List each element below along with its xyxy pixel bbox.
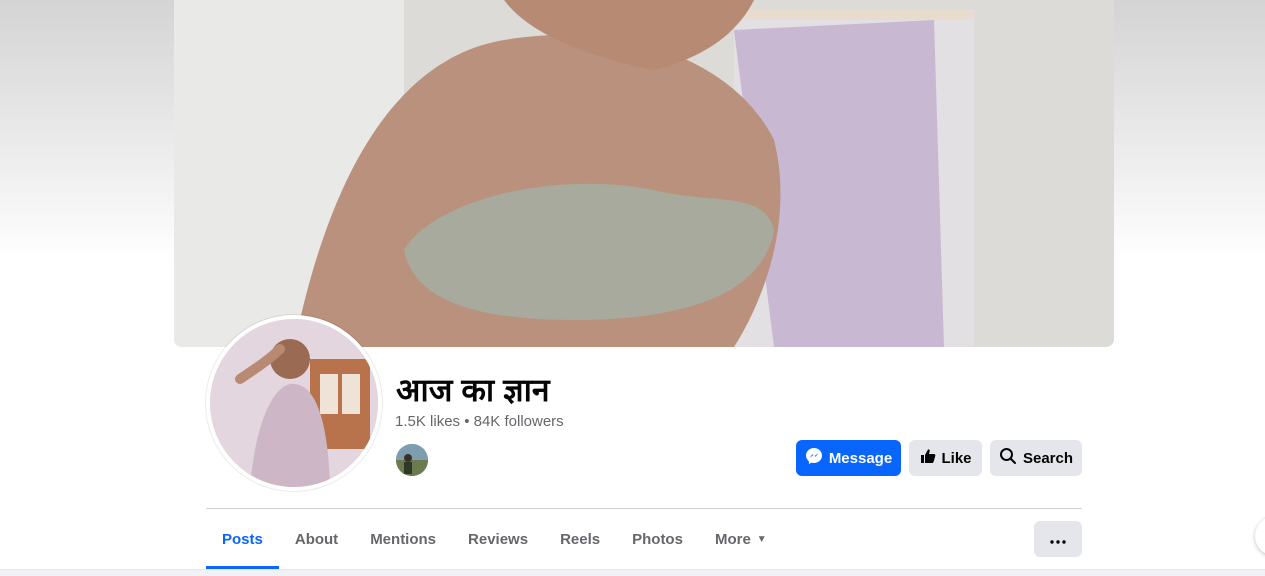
tab-label: Photos	[632, 530, 683, 548]
message-button[interactable]: Message	[796, 440, 901, 476]
page-title: आज का ज्ञान	[396, 372, 550, 408]
tab-photos[interactable]: Photos	[616, 509, 699, 569]
message-label: Message	[828, 449, 893, 467]
tab-label: Reels	[560, 530, 601, 548]
page-stats[interactable]: 1.5K likes • 84K followers	[395, 413, 564, 430]
tab-posts[interactable]: Posts	[206, 509, 279, 569]
cover-photo[interactable]	[174, 0, 1114, 347]
tab-label: About	[294, 530, 339, 548]
tab-more[interactable]: More ▼	[699, 509, 783, 569]
search-button[interactable]: Search	[990, 440, 1082, 476]
caret-down-icon: ▼	[756, 533, 767, 545]
like-button[interactable]: Like	[909, 440, 982, 476]
tab-mentions[interactable]: Mentions	[354, 509, 452, 569]
tab-reviews[interactable]: Reviews	[452, 509, 544, 569]
search-label: Search	[1022, 449, 1074, 467]
page-tabs: Posts About Mentions Reviews Reels Photo…	[206, 509, 783, 569]
tab-label: Mentions	[370, 530, 437, 548]
more-dots-icon	[1050, 532, 1066, 547]
friend-avatar[interactable]	[396, 444, 428, 476]
tab-label: Reviews	[468, 530, 529, 548]
tab-reels[interactable]: Reels	[544, 509, 616, 569]
tab-label: More	[714, 530, 751, 548]
cover-image	[174, 0, 1114, 347]
more-options-button[interactable]	[1034, 521, 1082, 557]
profile-image	[210, 319, 378, 487]
tab-label: Posts	[222, 530, 263, 548]
tab-about[interactable]: About	[279, 509, 354, 569]
search-icon	[999, 447, 1017, 469]
thumbs-up-icon	[920, 448, 936, 468]
profile-picture[interactable]	[206, 315, 382, 491]
messenger-icon	[805, 447, 823, 469]
floating-button[interactable]	[1255, 516, 1265, 556]
like-label: Like	[941, 449, 972, 467]
